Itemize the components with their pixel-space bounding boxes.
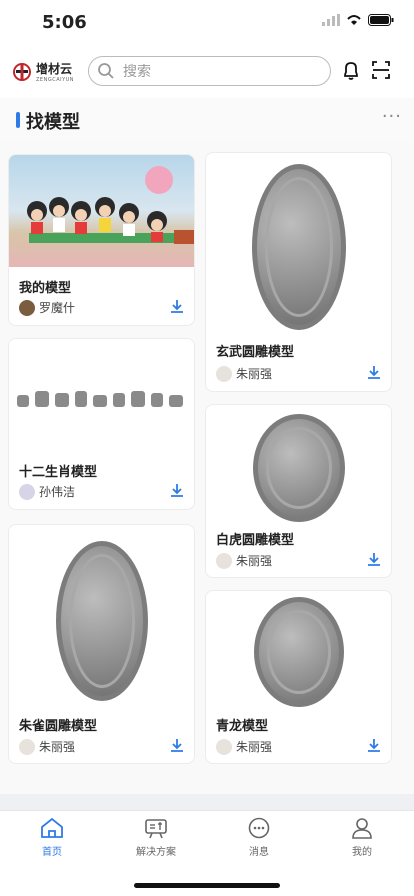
avatar <box>19 738 35 755</box>
status-bar: 5:06 <box>0 0 414 44</box>
app-logo: 增材云 ZENGCAIYUN <box>12 60 74 83</box>
download-icon[interactable] <box>170 299 184 313</box>
tab-label: 首页 <box>42 847 62 858</box>
model-title: 十二生肖模型 <box>19 465 98 480</box>
model-card[interactable]: 十二生肖模型 孙伟洁 <box>8 338 195 510</box>
avatar <box>19 299 35 316</box>
status-icons <box>322 14 394 26</box>
profile-icon <box>352 818 372 839</box>
tab-solutions[interactable]: 解决方案 <box>126 817 186 858</box>
wifi-icon <box>347 15 361 25</box>
home-indicator <box>134 883 280 888</box>
search-placeholder: 搜索 <box>123 64 151 80</box>
model-title: 青龙模型 <box>216 719 269 734</box>
app-header: 增材云 ZENGCAIYUN 搜索 <box>0 50 414 94</box>
avatar <box>19 483 35 500</box>
avatar <box>216 552 232 569</box>
model-title: 玄武圆雕模型 <box>216 345 295 360</box>
logo-icon <box>13 62 31 81</box>
tab-profile[interactable]: 我的 <box>332 817 392 858</box>
model-thumbnail <box>206 409 391 527</box>
tab-label: 消息 <box>249 847 269 858</box>
author-name: 孙伟洁 <box>39 485 76 499</box>
model-title: 朱雀圆雕模型 <box>19 719 98 734</box>
coin-image <box>55 541 148 701</box>
solution-icon <box>145 819 167 839</box>
model-card[interactable]: 我的模型 罗魔什 <box>8 154 195 326</box>
more-button[interactable]: ··· <box>382 106 402 127</box>
model-card[interactable]: 青龙模型 朱丽强 <box>205 590 392 764</box>
battery-icon <box>368 14 394 26</box>
model-thumbnail <box>9 339 194 457</box>
model-thumbnail <box>9 531 194 711</box>
author-name: 朱丽强 <box>236 554 273 568</box>
signal-icon <box>322 14 340 26</box>
section-accent-bar <box>16 112 20 128</box>
tab-label: 我的 <box>352 847 372 858</box>
scan-icon[interactable] <box>371 60 391 80</box>
search-input[interactable]: 搜索 <box>88 56 331 86</box>
model-card[interactable]: 玄武圆雕模型 朱丽强 <box>205 152 392 392</box>
model-author: 朱丽强 <box>216 365 272 382</box>
avatar <box>216 738 232 755</box>
zodiac-image <box>17 391 183 407</box>
author-name: 罗魔什 <box>39 301 76 315</box>
download-icon[interactable] <box>367 365 381 379</box>
section-header: 找模型 ··· <box>0 98 414 142</box>
avatar <box>216 365 232 382</box>
download-icon[interactable] <box>170 483 184 497</box>
search-icon <box>98 63 114 79</box>
tab-messages[interactable]: 消息 <box>229 817 289 858</box>
divider <box>0 794 414 810</box>
model-card[interactable]: 朱雀圆雕模型 朱丽强 <box>8 524 195 764</box>
coin-image <box>251 164 346 330</box>
logo-subtitle: ZENGCAIYUN <box>36 77 75 83</box>
author-name: 朱丽强 <box>236 740 273 754</box>
message-icon <box>248 817 270 839</box>
model-author: 孙伟洁 <box>19 483 75 500</box>
coin-image <box>252 414 345 522</box>
model-card[interactable]: 白虎圆雕模型 朱丽强 <box>205 404 392 578</box>
status-time: 5:06 <box>42 12 87 33</box>
figurines-image <box>27 166 194 244</box>
model-thumbnail <box>206 593 391 711</box>
model-author: 罗魔什 <box>19 299 75 316</box>
model-author: 朱丽强 <box>216 738 272 755</box>
bell-icon[interactable] <box>341 60 361 82</box>
tab-label: 解决方案 <box>136 847 176 858</box>
logo-name: 增材云 <box>36 62 73 76</box>
model-thumbnail <box>9 155 194 267</box>
author-name: 朱丽强 <box>39 740 76 754</box>
bottom-tab-bar: 首页 解决方案 消息 我的 <box>0 810 414 896</box>
download-icon[interactable] <box>170 738 184 752</box>
home-icon <box>41 817 63 838</box>
download-icon[interactable] <box>367 552 381 566</box>
download-icon[interactable] <box>367 738 381 752</box>
section-title: 找模型 <box>26 112 80 133</box>
model-feed: 我的模型 罗魔什 十二生肖模型 孙伟洁 朱雀圆雕模型 朱丽强 玄武圆雕模型 朱丽… <box>0 142 414 794</box>
model-title: 白虎圆雕模型 <box>216 533 295 548</box>
author-name: 朱丽强 <box>236 367 273 381</box>
model-author: 朱丽强 <box>19 738 75 755</box>
tab-home[interactable]: 首页 <box>22 817 82 858</box>
model-title: 我的模型 <box>19 281 72 296</box>
model-author: 朱丽强 <box>216 552 272 569</box>
model-thumbnail <box>206 157 391 337</box>
coin-image <box>253 597 344 707</box>
